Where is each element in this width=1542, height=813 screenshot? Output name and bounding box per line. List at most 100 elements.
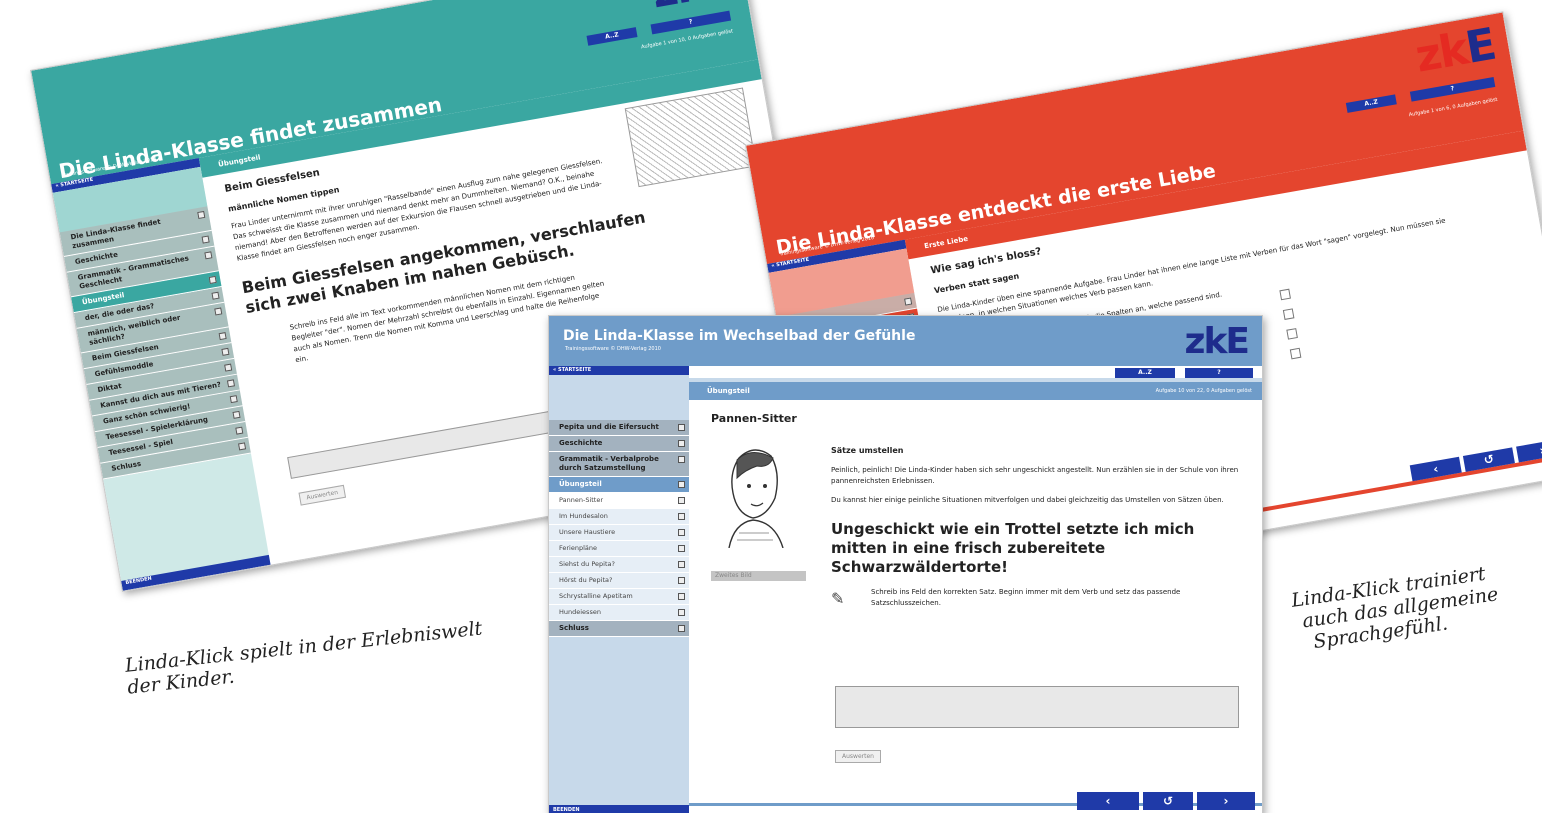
sidebar-item[interactable]: Unsere Haustiere [549, 525, 689, 541]
front-header: Die Linda-Klasse im Wechselbad der Gefüh… [549, 316, 1262, 366]
sidebar-item-label: Geschichte [559, 439, 603, 447]
status-checkbox [904, 297, 913, 306]
right-caption: Linda-Klick trainiert auch das allgemein… [1290, 561, 1503, 655]
pencil-icon: ✎ [831, 589, 845, 608]
sidebar-item[interactable]: Siehst du Pepita? [549, 557, 689, 573]
task-progress: Aufgabe 1 von 6, 0 Aufgaben gelöst [1408, 96, 1499, 119]
sidebar-item-label: Pannen-Sitter [559, 496, 604, 504]
front-sidebar: Pepita und die Eifersucht Geschichte Gramm… [549, 375, 689, 805]
startseite-link[interactable]: « STARTSEITE [549, 366, 689, 375]
status-checkbox [238, 442, 247, 451]
status-checkbox [678, 577, 685, 584]
logo-text: zk [1184, 321, 1228, 362]
sidebar-item[interactable]: Übungsteil [549, 477, 689, 493]
status-checkbox [678, 440, 685, 447]
sidebar-item[interactable]: Grammatik - Verbalprobe durch Satzumstel… [549, 452, 689, 477]
index-button[interactable]: A..Z [586, 27, 638, 46]
status-checkbox [226, 379, 236, 388]
checkbox-column [1279, 288, 1303, 370]
section-label: Erste Liebe [923, 234, 969, 251]
sidebar-item-label: Unsere Haustiere [559, 528, 616, 536]
status-checkbox [678, 545, 685, 552]
status-checkbox [678, 593, 685, 600]
sidebar-item-label: Siehst du Pepita? [559, 560, 615, 568]
sidebar-item-label: Diktat [96, 381, 123, 395]
left-caption: Linda-Klick spielt in der Erlebniswelt d… [124, 617, 486, 698]
check-button[interactable]: Auswerten [298, 484, 347, 506]
sidebar-item-label: Hörst du Pepita? [559, 576, 613, 584]
help-button[interactable]: ? [1185, 368, 1253, 378]
front-title: Die Linda-Klasse im Wechselbad der Gefüh… [563, 328, 916, 344]
status-checkbox [214, 307, 223, 316]
next-button[interactable]: › [1197, 792, 1255, 810]
status-checkbox [232, 410, 241, 419]
status-checkbox [678, 609, 685, 616]
checkbox[interactable] [1279, 288, 1291, 301]
front-content: Sätze umstellen Peinlich, peinlich! Die … [831, 446, 1241, 609]
story-title: Pannen-Sitter [711, 412, 797, 425]
sidebar-item-label: Pepita und die Eifersucht [559, 423, 659, 431]
side-image-button[interactable]: Zweites Bild [711, 571, 806, 581]
sidebar-item[interactable]: Pepita und die Eifersucht [549, 420, 689, 436]
status-checkbox [197, 210, 206, 220]
character-portrait [709, 438, 799, 549]
instruction-row: ✎ Schreib ins Feld den korrekten Satz. B… [831, 587, 1241, 609]
status-checkbox [678, 497, 685, 504]
status-checkbox [201, 235, 210, 244]
status-checkbox [229, 395, 238, 404]
reset-button[interactable]: ↺ [1143, 792, 1193, 810]
sidebar-item-label: Übungsteil [559, 480, 602, 488]
task-sentence: Ungeschickt wie ein Trottel setzte ich m… [831, 520, 1195, 576]
status-checkbox [678, 513, 685, 520]
sidebar-item-label: Ferienpläne [559, 544, 598, 552]
prev-button[interactable]: ‹ [1077, 792, 1139, 810]
answer-field[interactable] [835, 686, 1239, 728]
status-checkbox [235, 426, 244, 435]
status-checkbox [218, 332, 227, 341]
checkbox[interactable] [1282, 308, 1295, 320]
sidebar-item[interactable]: Hörst du Pepita? [549, 573, 689, 589]
checkbox[interactable] [1286, 328, 1298, 340]
status-checkbox [211, 291, 220, 300]
sidebar-item-label: Schluss [559, 624, 589, 632]
section-label: Übungsteil [217, 153, 262, 169]
zke-logo: zkE [1184, 321, 1250, 362]
status-checkbox [678, 424, 685, 431]
zke-logo: zkE [1411, 19, 1499, 83]
sidebar-item[interactable]: Ferienpläne [549, 541, 689, 557]
exercise-heading: Sätze umstellen [831, 446, 904, 455]
index-button[interactable]: A..Z [1345, 94, 1397, 113]
sidebar-item-label: Grammatik - Verbalprobe durch Satzumstel… [559, 455, 659, 472]
sidebar-item-label: Hundeiessen [559, 608, 601, 616]
info-paragraph: Du kannst hier einige peinliche Situatio… [831, 496, 1224, 504]
instruction-text: Schreib ins Feld den korrekten Satz. Beg… [871, 588, 1181, 607]
front-nav-list: Pepita und die Eifersucht Geschichte Gramm… [549, 420, 689, 637]
sidebar-item[interactable]: Schluss [549, 621, 689, 637]
index-button[interactable]: A..Z [1115, 368, 1175, 378]
status-checkbox [224, 363, 233, 372]
sidebar-item[interactable]: Hundeiessen [549, 605, 689, 621]
front-copyright: Trainingssoftware © DHW-Verlag 2010 [565, 346, 661, 352]
section-bar: Übungsteil Aufgabe 10 von 22, 0 Aufgaben… [689, 382, 1262, 400]
sidebar-item[interactable]: Pannen-Sitter [549, 493, 689, 509]
sidebar-item-label: Im Hundesalon [559, 512, 608, 520]
status-checkbox [678, 529, 685, 536]
beenden-button[interactable]: BEENDEN [549, 805, 689, 813]
status-checkbox [678, 481, 685, 488]
checkbox[interactable] [1289, 347, 1302, 360]
section-label: Übungsteil [707, 387, 750, 395]
sidebar-item[interactable]: Im Hundesalon [549, 509, 689, 525]
intro-paragraph: Peinlich, peinlich! Die Linda-Kinder hab… [831, 466, 1239, 485]
logo-e: E [1225, 321, 1250, 362]
sidebar-item[interactable]: Geschichte [549, 436, 689, 452]
check-button[interactable]: Auswerten [835, 750, 881, 763]
sidebar-item[interactable]: Schrystalline Apetitam [549, 589, 689, 605]
status-checkbox [208, 275, 217, 285]
logo-text: zk [1411, 23, 1471, 83]
status-checkbox [678, 456, 685, 463]
next-button[interactable]: › [1516, 438, 1542, 463]
sidebar-item-label: Schrystalline Apetitam [559, 592, 633, 600]
status-checkbox [221, 347, 230, 356]
status-checkbox [678, 625, 685, 632]
